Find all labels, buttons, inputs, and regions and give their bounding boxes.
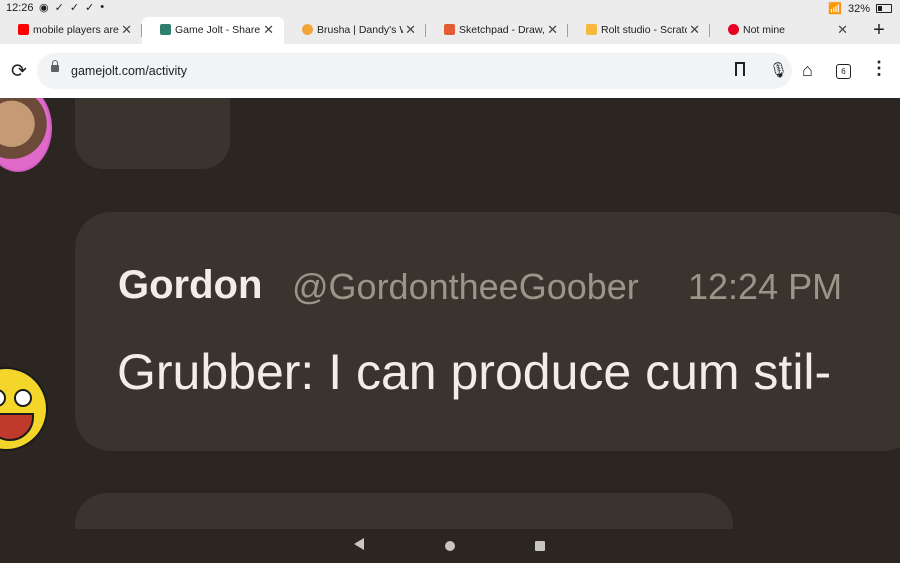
recent-apps-icon[interactable] (535, 541, 545, 551)
navigation-bar (0, 529, 900, 563)
status-time: 12:26 (6, 2, 34, 14)
message-text: Grubber: I can produce cum stil- (117, 344, 832, 400)
tab-title: Not mine (743, 24, 786, 36)
eye-icon (14, 389, 32, 407)
tab-brusha[interactable]: Brusha | Dandy's Worl ✕ (284, 17, 426, 44)
close-icon[interactable]: ✕ (121, 22, 132, 38)
tab-title: Rolt studio - Scratch S (601, 24, 687, 36)
lock-icon (51, 60, 59, 72)
status-icons: ◉ ✓ ✓ ✓ • (39, 1, 104, 14)
next-message-bubble (75, 493, 733, 529)
message-bubble: Gordon @GordontheeGoober 12:24 PM Grubbe… (75, 212, 900, 451)
avatar[interactable] (0, 367, 48, 451)
back-icon[interactable] (354, 538, 364, 550)
check-icon: ✓ (85, 2, 95, 14)
dot-icon: • (100, 1, 105, 13)
message-author[interactable]: Gordon (118, 265, 262, 305)
tab-title: Sketchpad - Draw, Cre (459, 24, 545, 36)
tab-title: mobile players are ins (33, 24, 119, 36)
previous-message-text: Oh (117, 98, 178, 104)
sketchpad-icon (444, 24, 455, 35)
tab-pinterest[interactable]: Not mine ✕ (710, 17, 858, 44)
activity-feed[interactable]: Oh Gordon @GordontheeGoober 12:24 PM Gru… (0, 98, 900, 529)
tab-strip: mobile players are ins ✕ Game Jolt - Sha… (0, 17, 900, 44)
tab-title: Game Jolt - Share you (175, 24, 261, 36)
check-icon: ✓ (54, 2, 64, 14)
battery-icon (876, 4, 892, 13)
record-icon: ◉ (39, 2, 49, 14)
wifi-icon: 📶 (828, 3, 842, 15)
battery-percent: 32% (847, 2, 870, 15)
close-icon[interactable]: ✕ (689, 22, 700, 38)
tab-scratch[interactable]: Rolt studio - Scratch S ✕ (568, 17, 710, 44)
status-right: 📶 32% (828, 2, 892, 15)
brusha-icon (302, 24, 313, 35)
check-icon: ✓ (69, 2, 80, 14)
message-handle[interactable]: @GordontheeGoober (292, 267, 639, 307)
new-tab-button[interactable]: + (868, 17, 890, 44)
home-button-icon[interactable] (445, 541, 455, 551)
tab-title: Brusha | Dandy's Worl (317, 24, 403, 36)
gamejolt-icon (160, 24, 171, 35)
previous-message-bubble: Oh (75, 98, 230, 169)
tab-gamejolt[interactable]: Game Jolt - Share you ✕ (142, 17, 284, 44)
mouth-icon (0, 413, 34, 441)
bookmark-icon[interactable] (735, 62, 745, 76)
address-bar[interactable]: gamejolt.com/activity 🎙 (37, 53, 792, 89)
close-icon[interactable]: ✕ (837, 22, 848, 38)
message-timestamp: 12:24 PM (688, 266, 843, 307)
reload-icon[interactable]: ⟳ (11, 60, 27, 83)
tab-count-button[interactable]: 6 (836, 64, 851, 79)
close-icon[interactable]: ✕ (405, 22, 416, 38)
close-icon[interactable]: ✕ (547, 22, 558, 38)
home-icon[interactable]: ⌂ (802, 60, 813, 81)
browser-toolbar: ⟳ gamejolt.com/activity 🎙 ⌂ 6 ⋮ (0, 44, 900, 98)
tab-youtube[interactable]: mobile players are ins ✕ (0, 17, 142, 44)
status-bar: 12:26 ◉ ✓ ✓ ✓ • 📶 32% (0, 0, 900, 17)
tab-sketchpad[interactable]: Sketchpad - Draw, Cre ✕ (426, 17, 568, 44)
eye-icon (0, 389, 6, 407)
scratch-icon (586, 24, 597, 35)
url-text[interactable]: gamejolt.com/activity (71, 64, 187, 78)
avatar[interactable] (0, 98, 52, 172)
youtube-icon (18, 24, 29, 35)
close-icon[interactable]: ✕ (263, 22, 274, 38)
more-menu-icon[interactable]: ⋮ (870, 58, 888, 79)
pinterest-icon (728, 24, 739, 35)
microphone-icon[interactable]: 🎙 (769, 61, 788, 79)
